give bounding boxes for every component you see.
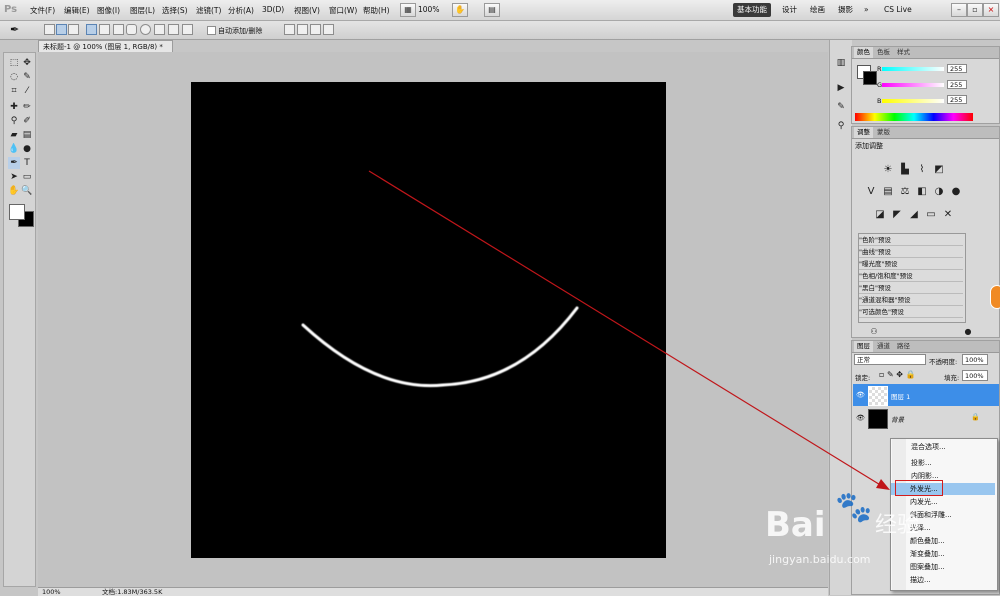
watermark-url: jingyan.baidu.com xyxy=(769,553,871,566)
paw-icon: 🐾 xyxy=(835,490,873,525)
watermark-brand: Bai xyxy=(765,505,826,545)
baidu-watermark: Bai 🐾 经验 jingyan.baidu.com xyxy=(765,485,925,595)
watermark-cn: 经验 xyxy=(875,513,920,538)
